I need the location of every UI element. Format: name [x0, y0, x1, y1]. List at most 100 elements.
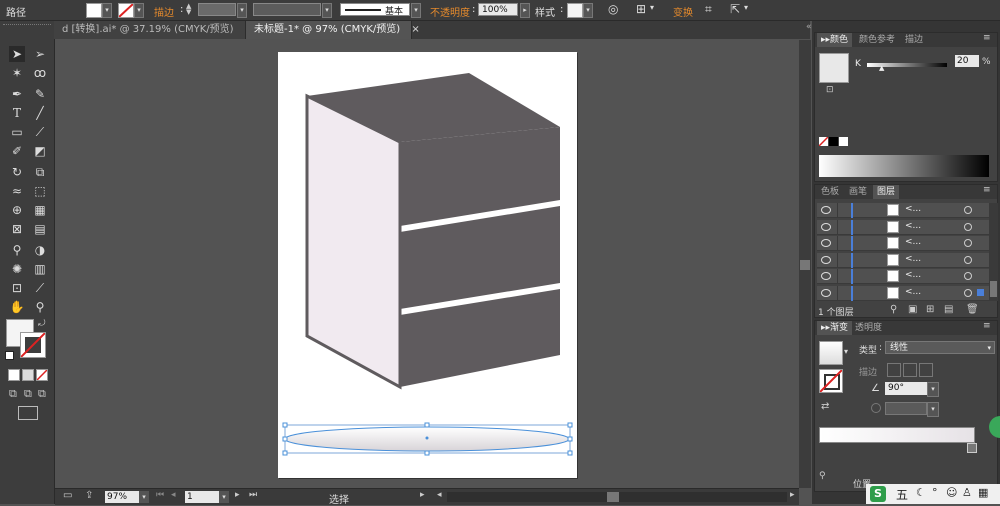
layer-name[interactable]: <... — [905, 204, 921, 214]
tab-stroke[interactable]: 描边 — [901, 33, 927, 47]
layer-row[interactable]: <... — [817, 269, 989, 284]
target-circle-icon[interactable] — [964, 272, 972, 280]
ime-mode-icon[interactable]: 五 — [896, 486, 908, 503]
stroke-gradient-along-icon[interactable] — [903, 363, 917, 377]
bbox-handle[interactable] — [567, 450, 573, 456]
tab-gradient[interactable]: ▸▸渐变 — [817, 321, 853, 335]
eyedropper-icon[interactable]: ⚲ — [819, 471, 826, 481]
ime-emoji-icon[interactable]: ☺ — [946, 486, 957, 499]
artboard-number-field[interactable]: 1 — [185, 491, 219, 503]
tab-swatches[interactable]: 色板 — [817, 185, 843, 199]
vertical-scroll-thumb[interactable] — [800, 260, 810, 270]
bbox-handle[interactable] — [567, 436, 573, 442]
layer-row[interactable]: <... — [817, 285, 989, 301]
panel-menu-icon[interactable]: ≡ — [983, 321, 991, 331]
ime-punct-icon[interactable]: ° — [932, 486, 938, 499]
prev-artboard-icon[interactable]: ◂ — [171, 490, 176, 500]
make-clipping-mask-icon[interactable]: ▣ — [908, 304, 917, 315]
layer-name[interactable]: <... — [905, 221, 921, 231]
visibility-eye-icon[interactable] — [821, 206, 831, 214]
layer-name[interactable]: <... — [905, 270, 921, 280]
layers-scroll-thumb[interactable] — [990, 281, 997, 297]
ime-logo-icon[interactable]: S — [870, 486, 886, 502]
visibility-eye-icon[interactable] — [821, 255, 831, 264]
ime-grid-icon[interactable]: ▦ — [978, 486, 988, 499]
visibility-eye-icon[interactable] — [821, 222, 831, 231]
tab-brushes[interactable]: 画笔 — [845, 185, 871, 199]
gradient-preview[interactable] — [819, 341, 843, 365]
gradient-type-select[interactable]: 线性 ▾ — [885, 341, 995, 354]
stroke-gradient-within-icon[interactable] — [887, 363, 901, 377]
tab-layers[interactable]: 图层 — [873, 185, 900, 199]
aspect-ratio-dropdown[interactable]: ▾ — [927, 402, 939, 417]
layer-thumbnail — [887, 204, 899, 216]
chevron-down-icon: ▾ — [987, 344, 991, 352]
layer-row[interactable]: <... — [817, 252, 989, 268]
target-circle-icon[interactable] — [964, 255, 972, 264]
bbox-handle[interactable] — [282, 450, 288, 456]
visibility-eye-icon[interactable] — [821, 288, 831, 297]
aspect-ratio-field[interactable] — [885, 402, 927, 415]
black-swatch[interactable] — [829, 137, 838, 146]
gradient-preview-dropdown[interactable]: ▾ — [844, 347, 848, 356]
selected-art-indicator[interactable] — [977, 288, 984, 296]
bbox-handle[interactable] — [424, 422, 430, 428]
layer-name[interactable]: <... — [905, 254, 921, 264]
scroll-left-icon[interactable]: ◂ — [437, 490, 442, 500]
color-preview-swatch[interactable] — [819, 53, 849, 83]
target-circle-icon[interactable] — [964, 239, 972, 247]
angle-field[interactable]: 90° — [885, 382, 927, 395]
layer-name[interactable]: <... — [905, 237, 921, 247]
cc-libraries-icon[interactable]: ▭ — [63, 490, 72, 501]
panel-menu-icon[interactable]: ≡ — [983, 185, 991, 195]
white-swatch[interactable] — [839, 137, 848, 146]
k-slider-handle[interactable]: ▲ — [879, 64, 884, 72]
horizontal-scroll-thumb[interactable] — [607, 492, 619, 502]
panel-menu-icon[interactable]: ≡ — [983, 33, 991, 43]
tab-color-guide[interactable]: 颜色参考 — [855, 33, 899, 47]
k-value-field[interactable]: 20 — [955, 55, 979, 67]
stroke-gradient-across-icon[interactable] — [919, 363, 933, 377]
scroll-right-icon[interactable]: ▸ — [790, 490, 795, 500]
target-circle-icon[interactable] — [964, 222, 972, 231]
ime-moon-icon[interactable]: ☾ — [916, 486, 926, 499]
bbox-handle[interactable] — [282, 436, 288, 442]
layer-row[interactable]: <... — [817, 236, 989, 251]
layers-scrollbar[interactable] — [989, 203, 998, 301]
share-icon[interactable]: ⇪ — [85, 490, 93, 501]
tab-color[interactable]: ▸▸颜色 — [817, 33, 853, 47]
layer-row[interactable]: <... — [817, 203, 989, 218]
status-menu-icon[interactable]: ▸ — [420, 490, 425, 500]
create-sublayer-icon[interactable]: ⊞ — [926, 304, 934, 315]
out-of-gamut-icon[interactable]: ⊡ — [826, 85, 834, 95]
gradient-slider[interactable] — [819, 427, 975, 443]
visibility-eye-icon[interactable] — [821, 272, 831, 280]
locate-object-icon[interactable]: ⚲ — [890, 304, 897, 315]
target-circle-icon[interactable] — [964, 206, 972, 214]
next-artboard-icon[interactable]: ▸ — [235, 490, 240, 500]
gradient-stop[interactable] — [967, 443, 977, 453]
horizontal-scrollbar[interactable] — [447, 492, 787, 502]
angle-dropdown[interactable]: ▾ — [927, 382, 939, 397]
delete-layer-icon[interactable]: 🗑 — [966, 304, 979, 315]
bbox-handle[interactable] — [567, 422, 573, 428]
zoom-field[interactable]: 97% — [105, 491, 139, 503]
none-swatch[interactable] — [819, 137, 828, 146]
bbox-handle[interactable] — [282, 422, 288, 428]
visibility-eye-icon[interactable] — [821, 239, 831, 247]
last-artboard-icon[interactable]: ⏭ — [249, 490, 257, 500]
bbox-handle[interactable] — [424, 450, 430, 456]
target-circle-icon[interactable] — [964, 288, 972, 297]
zoom-dropdown[interactable]: ▾ — [139, 491, 149, 503]
color-spectrum-bar[interactable] — [819, 155, 989, 177]
vertical-scrollbar[interactable] — [799, 40, 811, 488]
layer-name[interactable]: <... — [905, 287, 921, 297]
ime-user-icon[interactable]: ♙ — [962, 486, 972, 499]
artboard-dropdown[interactable]: ▾ — [219, 491, 229, 503]
reverse-gradient-icon[interactable]: ⇄ — [821, 401, 829, 412]
gradient-stroke-swatch[interactable] — [819, 369, 843, 393]
create-new-layer-icon[interactable]: ▤ — [944, 304, 953, 315]
layer-row[interactable]: <... — [817, 219, 989, 235]
tab-transparency[interactable]: 透明度 — [851, 321, 886, 335]
first-artboard-icon[interactable]: ⏮ — [156, 490, 164, 500]
